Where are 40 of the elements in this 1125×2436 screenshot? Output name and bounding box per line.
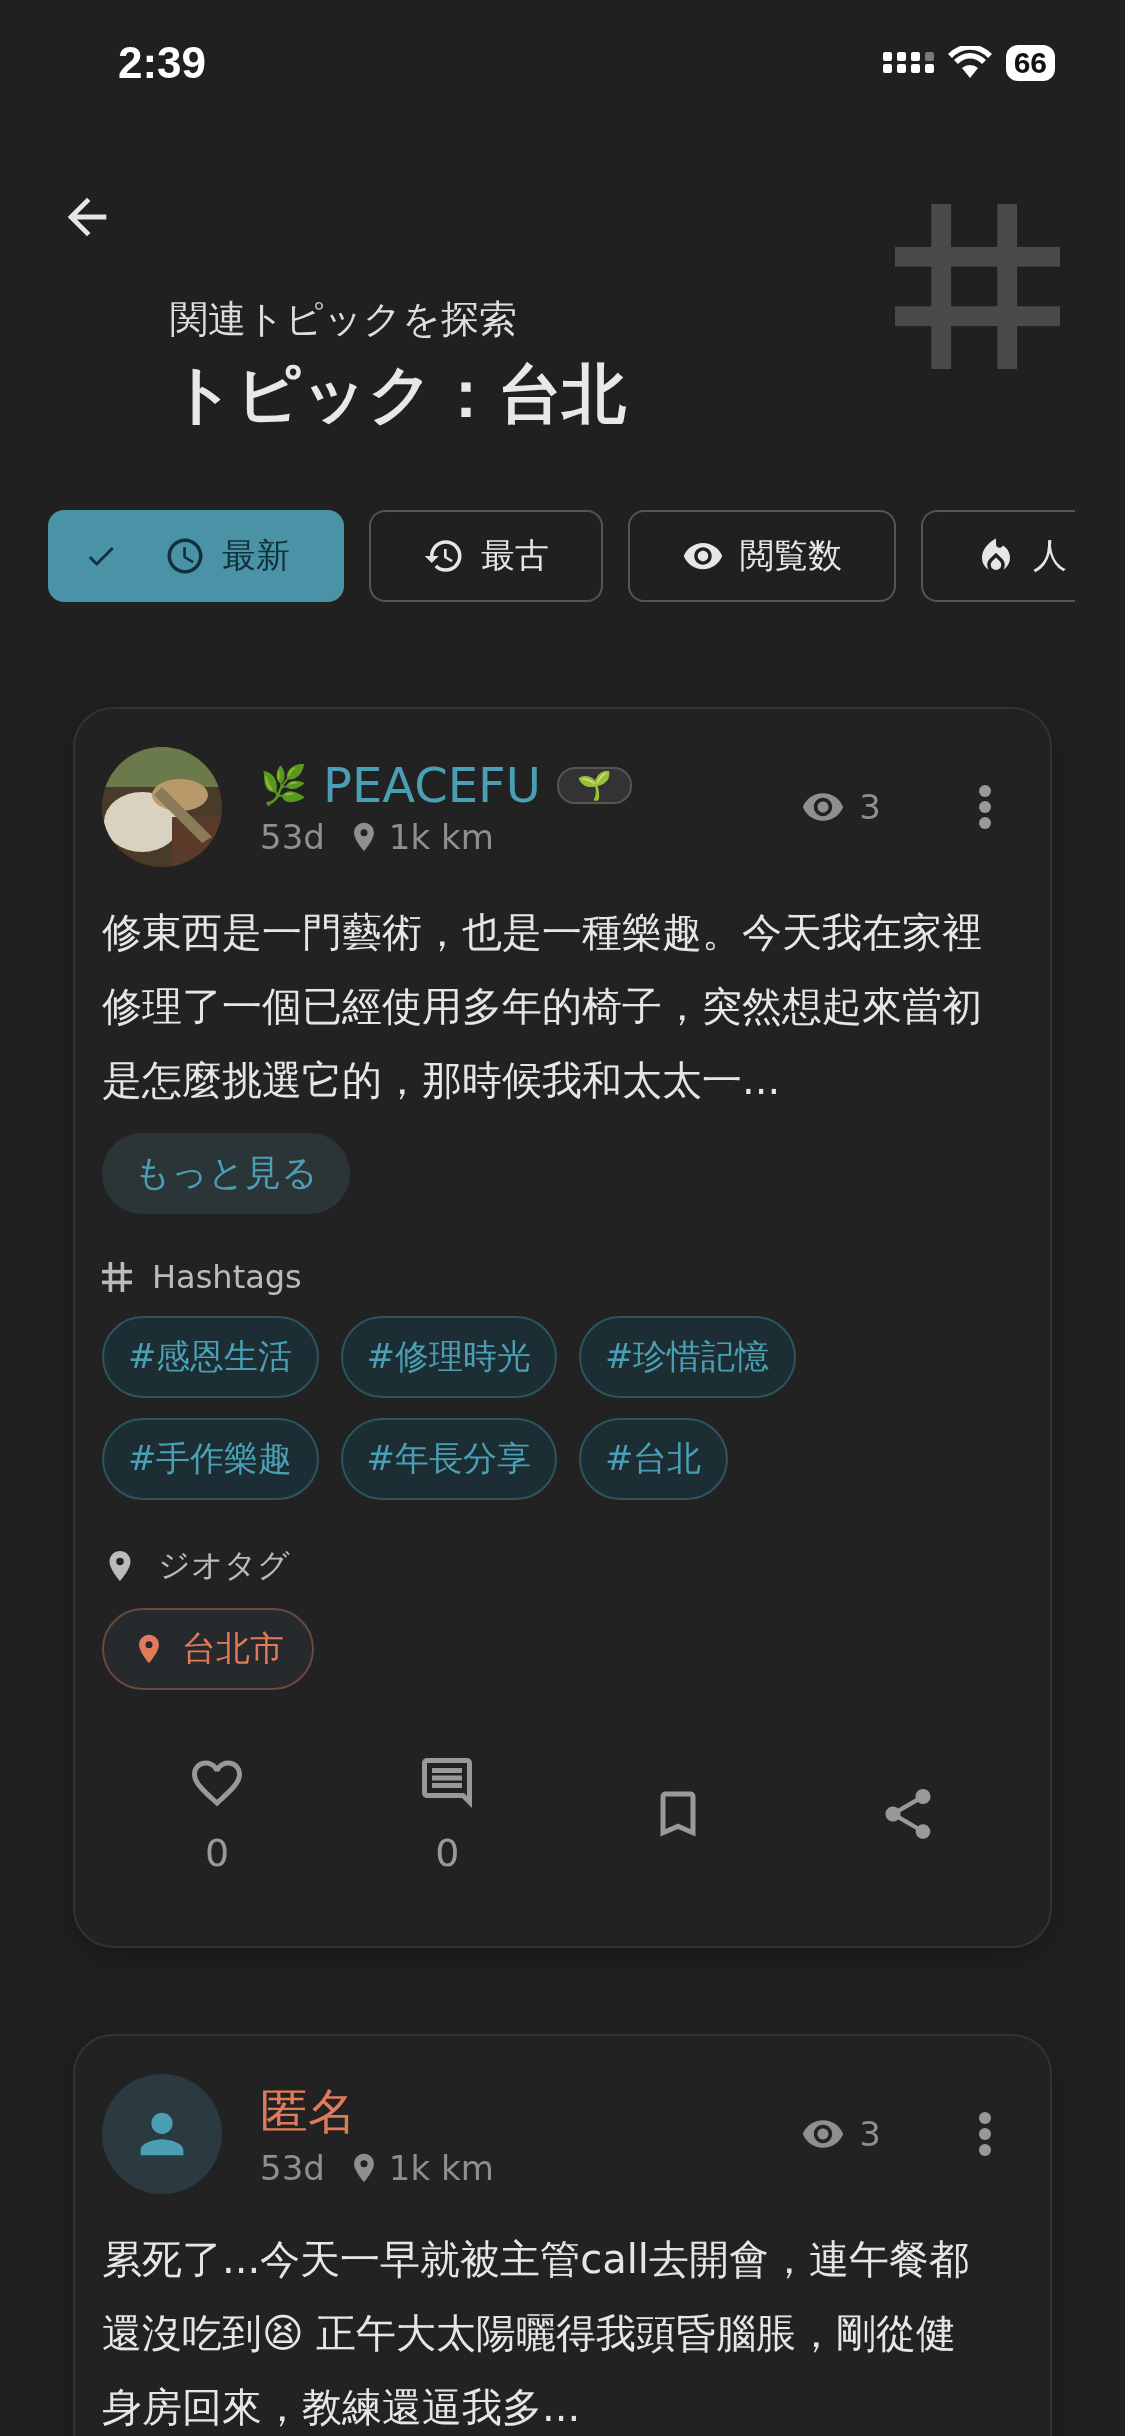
battery-level: 66 (1005, 44, 1055, 81)
header-title: トピック：台北 (170, 356, 626, 433)
comment-button[interactable]: 0 (332, 1752, 563, 1876)
view-count: 3 (859, 787, 881, 827)
post-distance: 1k km (388, 817, 494, 857)
hashtag-chip[interactable]: #台北 (579, 1418, 728, 1500)
more-button[interactable] (979, 785, 991, 829)
wifi-icon (947, 45, 992, 80)
signal-icon (882, 52, 934, 73)
section-label: ジオタグ (158, 1545, 290, 1586)
more-icon (979, 2112, 991, 2156)
status-time: 2:39 (118, 37, 207, 88)
post-distance: 1k km (388, 2148, 494, 2188)
post-text: 修東西是一門藝術，也是一種樂趣。今天我在家裡修理了一個已經使用多年的椅子，突然想起來當初是怎麼挑選它的，那時候我和太太一... (102, 908, 983, 1105)
author-name[interactable]: 匿名 (260, 2080, 356, 2144)
hash-icon (102, 1262, 132, 1292)
post-age: 53d (260, 2148, 325, 2188)
author-emoji: 🌿 (260, 763, 307, 807)
hash-icon (895, 204, 1060, 369)
hashtag-chip[interactable]: #修理時光 (340, 1316, 557, 1398)
more-icon (979, 785, 991, 829)
level-badge: 🌱 (556, 766, 632, 804)
geotag-chip[interactable]: 台北市 (102, 1608, 314, 1690)
show-more-button[interactable]: もっと見る (102, 1133, 350, 1214)
sort-chip[interactable]: 閲覧数 (628, 510, 896, 602)
author-name[interactable]: PEACEFU (323, 757, 541, 813)
header-subtitle: 関連トピックを探索 (170, 296, 518, 343)
sort-chip[interactable]: 最新 (48, 510, 344, 602)
hashtag-chip[interactable]: #年長分享 (340, 1418, 557, 1500)
post-age: 53d (260, 817, 325, 857)
sort-chip[interactable]: 最古 (369, 510, 603, 602)
sort-chip[interactable]: 人 (921, 510, 1075, 602)
view-count: 3 (859, 2114, 881, 2154)
more-button[interactable] (979, 2112, 991, 2156)
like-button[interactable]: 0 (102, 1752, 333, 1876)
hashtag-chip[interactable]: #感恩生活 (102, 1316, 319, 1398)
hashtag-chip[interactable]: #手作樂趣 (102, 1418, 319, 1500)
hashtag-chip[interactable]: #珍惜記憶 (579, 1316, 796, 1398)
post-text: 累死了...今天一早就被主管call去開會，連午餐都還沒吃到😫 正午大太陽曬得我頭昏腦脹，剛從健身房回來，教練還逼我多... (102, 2235, 970, 2432)
section-label: Hashtags (152, 1258, 302, 1296)
